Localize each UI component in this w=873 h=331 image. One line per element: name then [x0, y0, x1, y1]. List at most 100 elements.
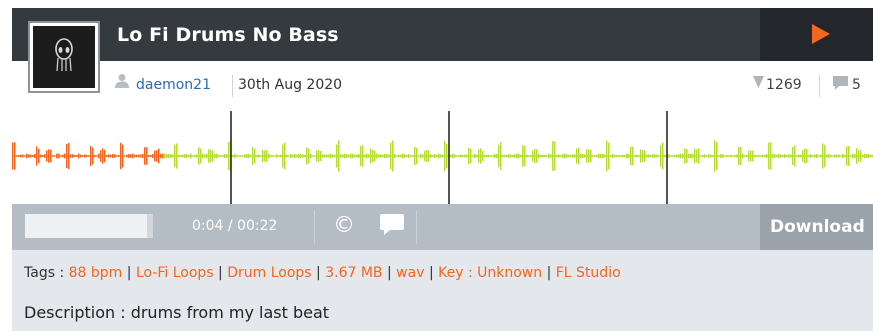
waveform-bar [160, 153, 162, 159]
waveform-bar [406, 155, 408, 157]
waveform-bar [692, 153, 694, 159]
username-link[interactable]: daemon21 [136, 77, 211, 93]
waveform-bar [642, 150, 644, 162]
waveform-bar [438, 153, 440, 159]
waveform-bar [804, 148, 806, 164]
waveform-bar [456, 155, 458, 157]
waveform-bar [72, 154, 74, 158]
waveform-bar [792, 147, 794, 165]
waveform-bar [830, 154, 832, 158]
waveform-bar [430, 154, 432, 158]
waveform-bar [568, 154, 570, 158]
waveform-bar [320, 150, 322, 162]
waveform-bar [572, 154, 574, 158]
waveform-bar [70, 154, 72, 158]
waveform-bar [348, 154, 350, 158]
waveform-bar [492, 155, 494, 157]
tags-label: Tags : [24, 265, 69, 281]
waveform-bar [392, 140, 394, 172]
waveform-bar [798, 154, 800, 158]
waveform-bar [46, 150, 48, 162]
waveform-bar [738, 146, 740, 166]
waveform-bar [632, 146, 634, 166]
waveform-bar [808, 155, 810, 157]
waveform-bar [250, 155, 252, 157]
waveform-bar [118, 155, 120, 157]
waveform-bar [672, 155, 674, 157]
waveform-bar [488, 154, 490, 158]
waveform-bar [598, 153, 600, 159]
waveform-bar [538, 153, 540, 159]
waveform-bar [636, 154, 638, 158]
waveform-bar [284, 142, 286, 170]
waveform-bar [216, 153, 218, 159]
waveform[interactable] [12, 109, 873, 204]
waveform-bar [80, 154, 82, 158]
waveform-bar [510, 154, 512, 158]
tag-link[interactable]: Lo-Fi Loops [136, 265, 214, 281]
waveform-bar [496, 153, 498, 159]
waveform-bar [870, 154, 872, 158]
waveform-bar [516, 153, 518, 159]
waveform-bar [180, 155, 182, 157]
waveform-bar [608, 142, 610, 170]
waveform-bar [302, 154, 304, 158]
waveform-bar [856, 148, 858, 164]
waveform-bar [170, 154, 172, 158]
tag-link[interactable]: wav [396, 265, 424, 281]
tags-row: Tags : 88 bpm | Lo-Fi Loops | Drum Loops… [24, 265, 621, 281]
waveform-graphic[interactable] [12, 109, 873, 204]
comment-icon [833, 76, 848, 90]
waveform-bar [610, 155, 612, 157]
waveform-bar [398, 154, 400, 158]
waveform-bar [34, 153, 36, 159]
waveform-bar [694, 148, 696, 164]
waveform-bar [494, 154, 496, 158]
tag-link[interactable]: 3.67 MB [325, 265, 382, 281]
waveform-bar [266, 150, 268, 162]
waveform-bar [718, 155, 720, 157]
waveform-bar [788, 154, 790, 158]
waveform-bar [574, 154, 576, 158]
waveform-bar [786, 154, 788, 158]
tag-link[interactable]: FL Studio [556, 265, 621, 281]
waveform-bar [224, 154, 226, 158]
waveform-bar [268, 153, 270, 159]
tag-separator: | [213, 265, 228, 281]
waveform-bar [346, 154, 348, 158]
play-button[interactable] [760, 8, 873, 61]
waveform-bar [690, 153, 692, 159]
progress-handle[interactable] [147, 214, 153, 238]
waveform-bar [716, 142, 718, 170]
waveform-bar [334, 154, 336, 158]
tag-link[interactable]: Key : Unknown [438, 265, 542, 281]
waveform-bar [352, 153, 354, 159]
waveform-bar [838, 154, 840, 158]
waveform-bar [700, 155, 702, 157]
avatar[interactable] [28, 21, 100, 93]
tag-link[interactable]: 88 bpm [69, 265, 123, 281]
waveform-bar [116, 155, 118, 157]
download-button[interactable]: Download [760, 204, 873, 250]
waveform-bar [20, 154, 22, 158]
waveform-bar [232, 155, 234, 157]
waveform-bar [48, 149, 50, 163]
waveform-bar [146, 147, 148, 165]
waveform-bar [102, 148, 104, 164]
waveform-bar [422, 154, 424, 158]
waveform-bar [112, 153, 114, 159]
waveform-bar [188, 154, 190, 158]
sample-title[interactable]: Lo Fi Drums No Bass [117, 24, 339, 46]
waveform-bar [18, 155, 20, 157]
waveform-bar [432, 155, 434, 157]
progress-bar[interactable] [25, 214, 153, 238]
tag-link[interactable]: Drum Loops [227, 265, 311, 281]
waveform-bar [372, 149, 374, 163]
waveform-bar [814, 154, 816, 158]
chat-bubble-icon[interactable] [380, 214, 404, 236]
play-icon[interactable] [812, 24, 830, 44]
waveform-bar [168, 154, 170, 158]
copyright-icon[interactable]: © [333, 212, 355, 240]
waveform-bar [622, 154, 624, 158]
waveform-bar [602, 153, 604, 159]
